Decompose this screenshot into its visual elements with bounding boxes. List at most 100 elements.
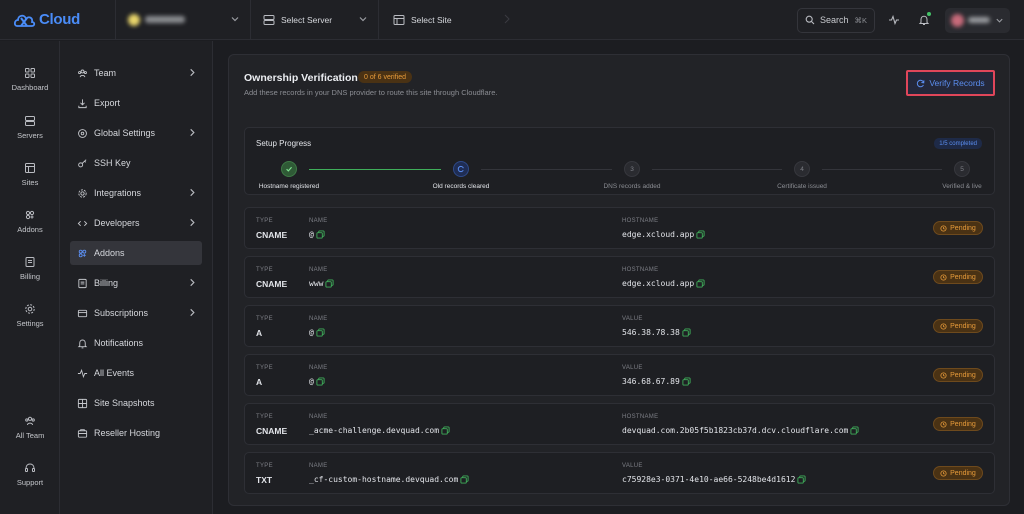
record-type: CNAME xyxy=(256,230,288,240)
team-icon xyxy=(25,416,35,426)
billing-icon xyxy=(78,278,87,288)
record-name: www xyxy=(309,279,335,288)
status-label: Pending xyxy=(950,420,976,428)
record-name-text: @ xyxy=(309,230,314,239)
copy-icon[interactable] xyxy=(696,230,705,239)
menu-item-developers[interactable]: Developers xyxy=(70,211,202,235)
chevron-right-icon xyxy=(190,68,195,77)
chevron-right-icon xyxy=(190,218,195,227)
menu-item-notifications[interactable]: Notifications xyxy=(70,331,202,355)
record-name: @ xyxy=(309,377,325,386)
copy-icon[interactable] xyxy=(460,475,469,484)
copy-icon[interactable] xyxy=(797,475,806,484)
menu-item-label: Site Snapshots xyxy=(94,398,155,408)
menu-item-export[interactable]: Export xyxy=(70,91,202,115)
copy-icon[interactable] xyxy=(316,230,325,239)
activity-button[interactable] xyxy=(883,9,905,31)
rail-item-billing[interactable]: Billing xyxy=(0,256,60,281)
server-icon xyxy=(263,14,275,25)
record-name-text: _cf-custom-hostname.devquad.com xyxy=(309,475,459,484)
server-icon xyxy=(25,116,35,126)
verified-count-badge: 0 of 6 verified xyxy=(358,71,413,83)
step-number: 4 xyxy=(800,165,804,173)
record-name-text: @ xyxy=(309,328,314,337)
menu-item-addons[interactable]: Addons xyxy=(70,241,202,265)
rail-item-settings[interactable]: Settings xyxy=(0,303,60,328)
menu-item-site-snapshots[interactable]: Site Snapshots xyxy=(70,391,202,415)
rail-item-support[interactable]: Support xyxy=(0,462,60,487)
org-name-blurred xyxy=(128,13,185,26)
rail-item-addons[interactable]: Addons xyxy=(0,209,60,234)
rail-item-servers[interactable]: Servers xyxy=(0,115,60,140)
copy-icon[interactable] xyxy=(441,426,450,435)
clock-icon xyxy=(940,322,947,330)
verify-records-button[interactable]: Verify Records xyxy=(906,70,995,96)
copy-icon[interactable] xyxy=(682,328,691,337)
brand-logo[interactable]: Cloud xyxy=(0,0,115,40)
xcloud-logo-icon xyxy=(14,14,36,27)
chevron-down-icon xyxy=(359,16,367,21)
user-menu[interactable] xyxy=(945,7,1010,33)
record-target-text: 546.38.78.38 xyxy=(622,328,680,337)
bell-icon xyxy=(77,339,88,348)
menu-item-label: Integrations xyxy=(94,188,142,198)
record-name: _cf-custom-hostname.devquad.com xyxy=(309,475,469,484)
chevron-right-icon xyxy=(190,308,195,317)
target-caption: HOSTNAME xyxy=(622,414,659,420)
rail-item-dashboard[interactable]: Dashboard xyxy=(0,67,60,92)
brand-name: Cloud xyxy=(39,11,80,28)
menu-item-label: Notifications xyxy=(94,338,144,348)
rail-item-label: Sites xyxy=(21,178,39,187)
menu-item-subscriptions[interactable]: Subscriptions xyxy=(70,301,202,325)
status-label: Pending xyxy=(950,322,976,330)
status-label: Pending xyxy=(950,273,976,281)
dns-record-row: TYPE CNAME NAME www HOSTNAME edge.xcloud.app P… xyxy=(244,256,995,298)
copy-icon[interactable] xyxy=(696,279,705,288)
copy-icon[interactable] xyxy=(316,377,325,386)
dns-record-row: TYPE TXT NAME _cf-custom-hostname.devquad.c… xyxy=(244,452,995,494)
server-selector[interactable]: Select Server xyxy=(250,0,378,40)
record-name-text: www xyxy=(309,279,324,288)
menu-item-billing[interactable]: Billing xyxy=(70,271,202,295)
record-target-text: c75928e3-0371-4e10-ae66-5248be4d1612 xyxy=(622,475,796,484)
refresh-icon xyxy=(917,79,925,87)
copy-icon[interactable] xyxy=(850,426,859,435)
search-icon xyxy=(805,15,815,25)
chevron-right-icon xyxy=(190,278,195,287)
menu-item-label: Export xyxy=(94,98,121,108)
status-badge: Pending xyxy=(933,221,983,235)
notifications-button[interactable] xyxy=(913,9,935,31)
record-name-text: @ xyxy=(309,377,314,386)
progress-step-label: DNS records added xyxy=(603,183,661,190)
site-selector[interactable]: Select Site xyxy=(378,0,510,40)
menu-item-all-events[interactable]: All Events xyxy=(70,361,202,385)
status-label: Pending xyxy=(950,371,976,379)
ownership-verification-card: Ownership Verification 0 of 6 verified A… xyxy=(228,54,1010,506)
step-number: 3 xyxy=(630,165,634,173)
menu-item-global-settings[interactable]: Global Settings xyxy=(70,121,202,145)
menu-item-reseller-hosting[interactable]: Reseller Hosting xyxy=(70,421,202,445)
icon-rail: Dashboard Servers Sites Addons Billing Settin… xyxy=(0,41,60,514)
rail-item-all-team[interactable]: All Team xyxy=(0,415,60,440)
menu-item-team[interactable]: Team xyxy=(70,61,202,85)
record-name: @ xyxy=(309,230,325,239)
target-caption: VALUE xyxy=(622,316,643,322)
team-icon xyxy=(78,69,87,77)
rail-item-sites[interactable]: Sites xyxy=(0,162,60,187)
menu-item-ssh-key[interactable]: SSH Key xyxy=(70,151,202,175)
org-switcher[interactable] xyxy=(115,0,250,40)
copy-icon[interactable] xyxy=(316,328,325,337)
name-caption: NAME xyxy=(309,463,328,469)
search-button[interactable]: Search ⌘K xyxy=(797,7,875,33)
menu-item-integrations[interactable]: Integrations xyxy=(70,181,202,205)
menu-item-label: Team xyxy=(94,68,117,78)
record-type: A xyxy=(256,377,263,387)
menu-item-label: Billing xyxy=(94,278,119,288)
type-caption: TYPE xyxy=(256,414,273,420)
browser-icon xyxy=(393,14,405,25)
billing-icon xyxy=(25,257,35,267)
rail-item-label: Billing xyxy=(19,272,40,281)
copy-icon[interactable] xyxy=(325,279,335,288)
clock-icon xyxy=(940,420,947,428)
copy-icon[interactable] xyxy=(682,377,691,386)
